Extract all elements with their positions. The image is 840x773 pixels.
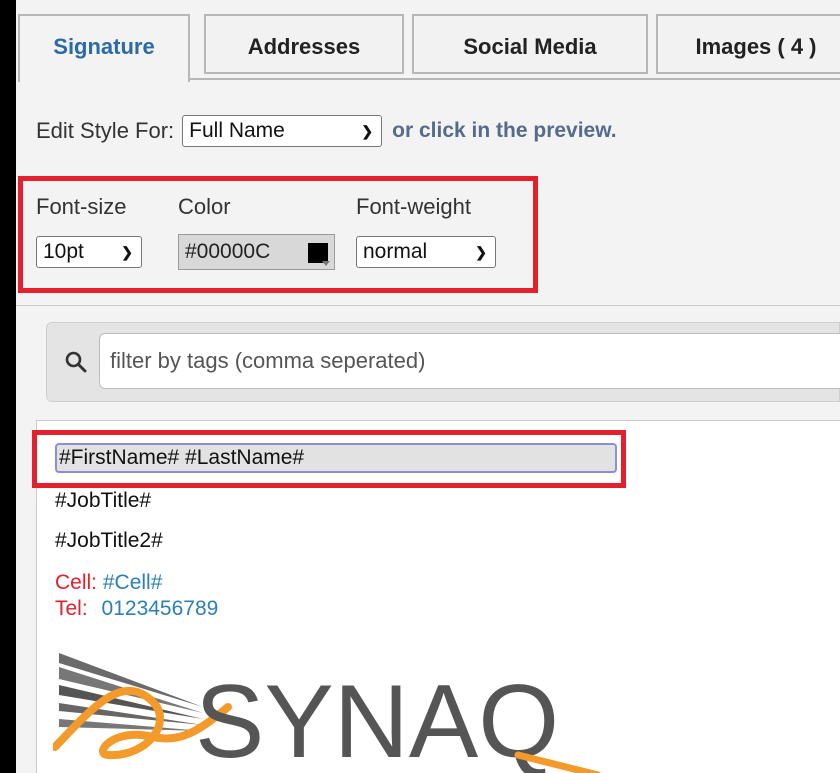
tab-images-label: Images ( 4 ) (695, 34, 817, 59)
color-value: #00000C (185, 240, 271, 263)
full-name-highlight (32, 430, 626, 488)
logo-wordmark: SYNAQ (195, 664, 559, 773)
tel-label: Tel: (55, 597, 88, 620)
preview-cell-line[interactable]: Cell: #Cell# (55, 571, 162, 595)
preview-tel-line[interactable]: Tel: 0123456789 (55, 597, 218, 621)
signature-editor-panel: Signature Addresses Social Media Images … (16, 0, 840, 773)
font-size-value: 10pt (43, 240, 84, 263)
tel-value: 0123456789 (101, 597, 219, 620)
chevron-down-icon: ❯ (361, 122, 374, 139)
tab-signature-label: Signature (53, 34, 155, 59)
font-size-label: Font-size (36, 194, 127, 219)
edit-style-label: Edit Style For: (36, 118, 175, 143)
color-picker-arrow-icon (322, 261, 330, 266)
tab-social-media[interactable]: Social Media (412, 14, 648, 74)
color-label: Color (178, 194, 231, 219)
tab-images[interactable]: Images ( 4 ) (656, 14, 840, 74)
tab-bar: Signature Addresses Social Media Images … (16, 0, 840, 82)
color-field[interactable]: #00000C (178, 234, 335, 270)
edit-style-row: Edit Style For: Full Name ❯ or click in … (36, 114, 617, 148)
tab-bar-divider (190, 78, 840, 80)
preview-hint: or click in the preview. (392, 119, 617, 142)
cell-label: Cell: (55, 571, 98, 594)
tab-signature[interactable]: Signature (18, 14, 190, 82)
chevron-down-icon: ❯ (121, 243, 133, 260)
preview-job-title2[interactable]: #JobTitle2# (55, 529, 163, 553)
font-weight-select[interactable]: normal ❯ (356, 236, 496, 268)
search-icon (65, 351, 87, 373)
cell-value: #Cell# (102, 571, 163, 594)
synaq-logo: SYNAQ (53, 653, 601, 773)
font-weight-label: Font-weight (356, 194, 471, 219)
font-size-select[interactable]: 10pt ❯ (36, 236, 142, 268)
tag-filter-placeholder: filter by tags (comma seperated) (110, 348, 426, 373)
color-swatch[interactable] (308, 243, 328, 263)
tag-filter-bar: filter by tags (comma seperated) (46, 322, 840, 402)
tag-filter-input[interactable]: filter by tags (comma seperated) (99, 333, 840, 389)
preview-job-title[interactable]: #JobTitle# (55, 489, 151, 513)
edit-style-select[interactable]: Full Name ❯ (182, 115, 383, 147)
edit-style-value: Full Name (189, 119, 285, 142)
font-weight-value: normal (363, 240, 428, 263)
section-divider (16, 305, 840, 306)
tab-social-media-label: Social Media (463, 34, 597, 59)
tab-addresses[interactable]: Addresses (204, 14, 404, 74)
tab-addresses-label: Addresses (247, 34, 361, 59)
chevron-down-icon: ❯ (475, 243, 487, 260)
